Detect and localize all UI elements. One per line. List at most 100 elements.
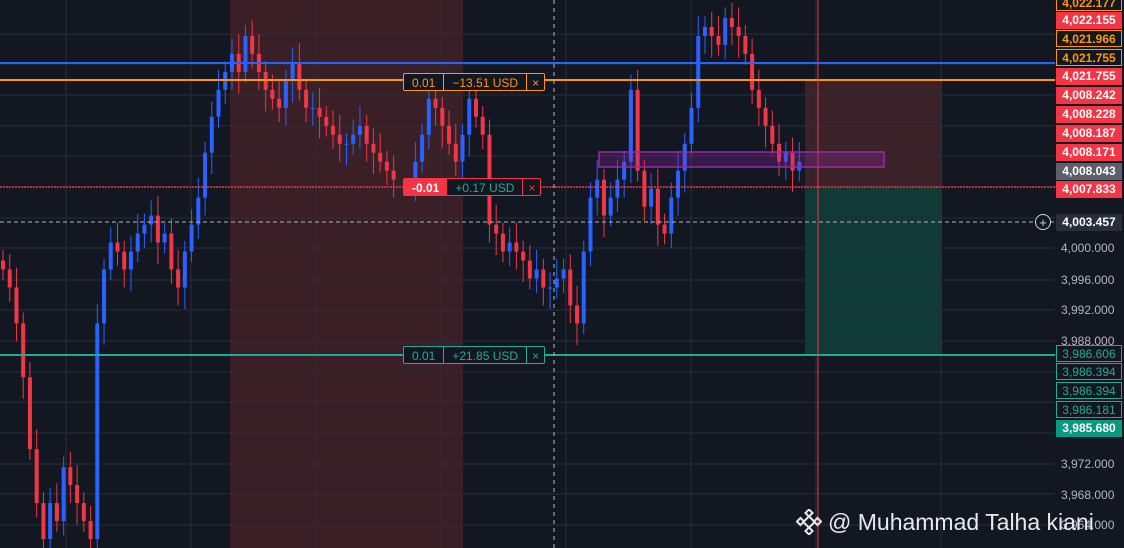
position-order-label[interactable]: -0.01 +0.17 USD × [403, 178, 542, 196]
bearish-candle [750, 53, 755, 90]
bearish-candle [384, 161, 389, 171]
bearish-candle [34, 449, 39, 504]
price-axis[interactable]: 4,000.000 3,996.000 3,992.000 3,988.000 3,97… [1055, 0, 1124, 548]
bearish-candle [716, 35, 721, 45]
bullish-candle [48, 503, 53, 540]
bullish-candle [135, 233, 140, 252]
bearish-candle [277, 98, 282, 108]
bearish-candle [601, 179, 606, 216]
bearish-candle [250, 35, 255, 54]
bearish-candle [317, 107, 322, 117]
bullish-candle [344, 143, 349, 145]
bearish-candle [115, 242, 120, 252]
stop-loss-qty: 0.01 [404, 74, 445, 90]
bearish-candle [41, 503, 46, 540]
bearish-candle [514, 242, 519, 252]
bullish-candle [108, 242, 113, 270]
bearish-candle [453, 143, 458, 162]
bearish-candle [75, 485, 80, 504]
stop-loss-close-icon[interactable]: × [527, 74, 544, 90]
price-axis-label: 4,022.155 [1056, 12, 1122, 29]
bearish-candle [500, 233, 505, 252]
stop-loss-order-label[interactable]: 0.01 −13.51 USD × [403, 73, 546, 91]
bullish-candle [676, 170, 681, 198]
bullish-candle [290, 62, 295, 81]
price-tick-label: 4,000.000 [1061, 241, 1115, 255]
bearish-candle [756, 89, 761, 108]
bearish-candle [541, 269, 546, 288]
price-axis-label: 4,008.171 [1056, 144, 1122, 161]
bearish-candle [7, 269, 12, 288]
bearish-candle [371, 143, 376, 153]
bullish-candle [142, 224, 147, 234]
bullish-candle [351, 134, 356, 144]
bearish-candle [21, 323, 26, 378]
bearish-candle [642, 170, 647, 207]
bullish-candle [628, 89, 633, 162]
bullish-candle [203, 152, 208, 198]
price-axis-label: 4,021.755 [1056, 49, 1122, 66]
price-axis-label: 4,021.966 [1056, 30, 1122, 47]
bullish-candle [209, 116, 214, 153]
bullish-candle [460, 134, 465, 162]
price-axis-label: 4,007.833 [1056, 181, 1122, 198]
bearish-candle [155, 215, 160, 243]
bullish-candle [608, 197, 613, 216]
price-axis-label: 4,008.043 [1056, 163, 1122, 180]
bullish-candle [162, 233, 167, 243]
bearish-candle [729, 17, 734, 27]
bullish-candle [420, 134, 425, 162]
bearish-candle [14, 287, 19, 324]
bearish-candle [54, 503, 59, 522]
binance-logo-icon [796, 509, 822, 535]
position-pnl: +0.17 USD [447, 179, 524, 195]
price-axis-label: 4,003.457 [1056, 214, 1122, 231]
bullish-candle [702, 26, 707, 36]
take-profit-qty: 0.01 [404, 347, 445, 363]
bullish-candle [216, 89, 221, 117]
add-plus-icon[interactable]: + [1035, 214, 1051, 230]
bearish-candle [736, 26, 741, 36]
bullish-candle [243, 35, 248, 72]
bearish-candle [297, 62, 302, 90]
bearish-candle [68, 467, 73, 486]
bullish-candle [61, 467, 66, 522]
take-profit-close-icon[interactable]: × [527, 347, 544, 363]
bullish-candle [128, 251, 133, 270]
bearish-candle [364, 125, 369, 144]
bullish-candle [554, 278, 559, 288]
bullish-candle [669, 197, 674, 234]
bearish-candle [378, 152, 383, 162]
bearish-candle [88, 521, 93, 540]
bearish-candle [270, 89, 275, 99]
bullish-candle [413, 161, 418, 180]
bullish-candle [357, 125, 362, 135]
watermark: @ Muhammad Talha kiani [796, 506, 1094, 538]
bearish-candle [575, 305, 580, 324]
position-close-icon[interactable]: × [523, 179, 540, 195]
bullish-candle [689, 107, 694, 144]
price-axis-label: 4,022.177 [1056, 0, 1122, 11]
bearish-candle [447, 125, 452, 144]
bullish-candle [615, 179, 620, 198]
bearish-candle [81, 503, 86, 522]
position-qty: -0.01 [404, 179, 448, 195]
price-tick-label: 3,968.000 [1061, 488, 1115, 502]
bullish-candle [507, 242, 512, 252]
bearish-candle [27, 377, 32, 450]
watermark-text: @ Muhammad Talha kiani [828, 508, 1094, 535]
price-tick-label: 3,992.000 [1061, 303, 1115, 317]
bullish-candle [102, 269, 107, 324]
take-profit-order-label[interactable]: 0.01 +21.85 USD × [403, 346, 546, 364]
price-tick-label: 3,972.000 [1061, 457, 1115, 471]
price-axis-label: 4,008.187 [1056, 125, 1122, 142]
short-position-target-zone [805, 187, 942, 355]
bearish-candle [480, 116, 485, 135]
bullish-candle [310, 107, 315, 109]
bearish-candle [1, 260, 5, 270]
bullish-candle [588, 197, 593, 252]
purple-rectangle-drawing [598, 151, 885, 168]
chart-pane[interactable]: 0.01 −13.51 USD × -0.01 +0.17 USD × 0.01… [0, 0, 1055, 548]
bearish-candle [433, 98, 438, 108]
take-profit-pnl: +21.85 USD [444, 347, 528, 363]
